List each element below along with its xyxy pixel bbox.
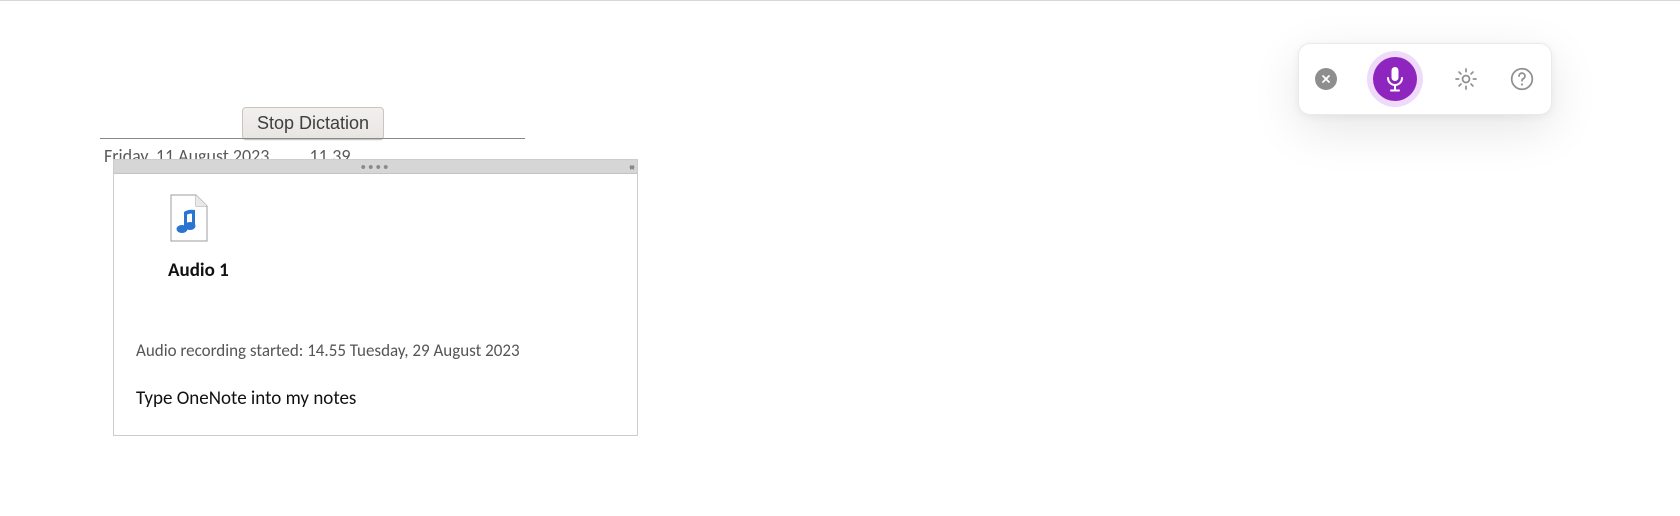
audio-file-icon [170,194,615,247]
gear-icon [1453,66,1479,92]
dictation-toolbar [1298,43,1552,115]
close-button[interactable] [1315,68,1337,90]
note-body[interactable]: Audio 1 Audio recording started: 14.55 T… [114,174,637,424]
note-body-text[interactable]: Type OneNote into my notes [136,387,615,410]
audio-file-attachment[interactable]: Audio 1 [168,194,615,282]
audio-file-label: Audio 1 [168,259,615,282]
microphone-button[interactable] [1367,51,1423,107]
note-container[interactable]: •••• ◂▸ Audio 1 Au [113,159,638,436]
header-rule [100,138,525,139]
note-titlebar[interactable]: •••• ◂▸ [114,160,637,174]
help-button[interactable] [1509,66,1535,92]
settings-button[interactable] [1453,66,1479,92]
stop-dictation-button[interactable]: Stop Dictation [242,107,384,140]
resize-arrows-icon[interactable]: ◂▸ [629,162,631,172]
audio-recording-status: Audio recording started: 14.55 Tuesday, … [136,340,615,361]
help-icon [1509,66,1535,92]
microphone-icon [1373,57,1417,101]
close-icon [1315,68,1337,90]
drag-handle-icon[interactable]: •••• [361,161,391,172]
